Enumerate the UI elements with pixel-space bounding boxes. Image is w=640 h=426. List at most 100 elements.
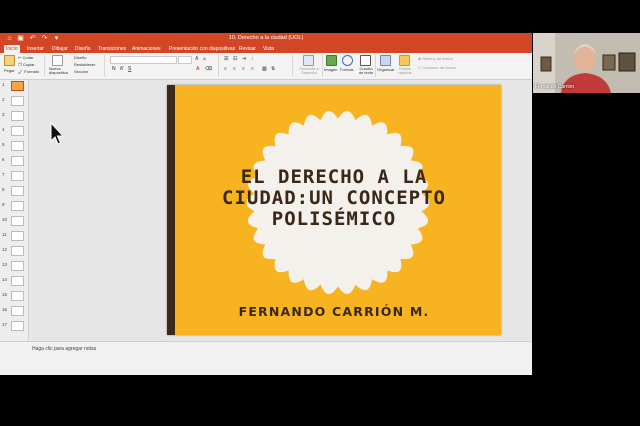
thumbnail-preview bbox=[11, 276, 24, 286]
smartart-icon[interactable] bbox=[303, 55, 314, 66]
slide-thumbnail[interactable]: 5 bbox=[1, 141, 27, 151]
thumbnail-preview bbox=[11, 156, 24, 166]
text-direction-icon[interactable]: ⇅ bbox=[271, 66, 275, 72]
tab-presentacion[interactable]: Presentación con diapositivas bbox=[167, 45, 237, 53]
align-center-icon[interactable]: ≡ bbox=[233, 66, 236, 72]
indent-icon[interactable]: ⇥ bbox=[242, 56, 246, 62]
slide-thumbnail[interactable]: 3 bbox=[1, 111, 27, 121]
align-left-icon[interactable]: ≡ bbox=[224, 66, 227, 72]
thumbnail-preview bbox=[11, 141, 24, 151]
slide-thumbnail[interactable]: 13 bbox=[1, 261, 27, 271]
mouse-cursor-icon bbox=[50, 122, 64, 145]
tab-vista[interactable]: Vista bbox=[261, 45, 276, 53]
font-grow-icon[interactable]: A bbox=[195, 56, 199, 62]
ribbon-separator bbox=[104, 55, 105, 77]
align-right-icon[interactable]: ≡ bbox=[242, 66, 245, 72]
shapes-button[interactable]: Formas bbox=[340, 67, 354, 72]
new-slide-icon[interactable] bbox=[52, 55, 63, 66]
slide-title-line: CIUDAD:UN CONCEPTO bbox=[222, 187, 446, 209]
columns-icon[interactable]: ▥ bbox=[262, 66, 267, 72]
font-shrink-icon[interactable]: A bbox=[203, 56, 206, 62]
font-name-dropdown[interactable] bbox=[110, 56, 177, 64]
thumbnail-preview bbox=[11, 291, 24, 301]
shape-outline-button[interactable]: ◇ Contorno de forma bbox=[418, 65, 456, 70]
tab-revisar[interactable]: Revisar bbox=[237, 45, 258, 53]
bold-button[interactable]: N bbox=[112, 66, 116, 72]
shapes-icon[interactable] bbox=[342, 55, 353, 66]
current-slide[interactable]: EL DERECHO A LA CIUDAD:UN CONCEPTO POLIS… bbox=[167, 85, 501, 335]
tab-diseno[interactable]: Diseño bbox=[73, 45, 93, 53]
text-box-button[interactable]: Cuadro de texto bbox=[357, 67, 375, 75]
slide-title-line: POLISÉMICO bbox=[271, 208, 397, 230]
slide-author[interactable]: FERNANDO CARRIÓN M. bbox=[167, 305, 501, 319]
participant-name: Fernando Carrion bbox=[535, 84, 575, 90]
title-bar: ⌂ ▣ ↶ ↷ ▾ 10. Derecho a la ciudad (UOL) bbox=[0, 33, 532, 44]
convert-smartart-button[interactable]: Convertir a SmartArt bbox=[296, 67, 322, 75]
font-size-dropdown[interactable] bbox=[178, 56, 192, 64]
slide-title[interactable]: EL DERECHO A LA CIUDAD:UN CONCEPTO POLIS… bbox=[167, 167, 501, 230]
slide-thumbnail[interactable]: 2 bbox=[1, 96, 27, 106]
slide-thumbnail[interactable]: 15 bbox=[1, 291, 27, 301]
clear-format-icon[interactable]: ⌫ bbox=[205, 66, 212, 72]
slide-thumbnail[interactable]: 12 bbox=[1, 246, 27, 256]
underline-button[interactable]: S bbox=[128, 66, 131, 72]
copy-icon: ❐ bbox=[18, 62, 22, 67]
slide-thumbnail[interactable]: 7 bbox=[1, 171, 27, 181]
ribbon-separator bbox=[218, 55, 219, 77]
thumbnail-preview bbox=[11, 171, 24, 181]
italic-button[interactable]: K bbox=[120, 66, 124, 72]
thumbnail-preview bbox=[11, 186, 24, 196]
thumbnail-preview bbox=[11, 306, 24, 316]
format-painter-button[interactable]: 🖌 Formato bbox=[18, 69, 39, 74]
numbering-icon[interactable]: ☷ bbox=[233, 56, 237, 62]
notes-placeholder: Haga clic para agregar notas bbox=[32, 346, 97, 352]
cut-button[interactable]: ✂ Cortar bbox=[18, 55, 34, 60]
reset-button[interactable]: Restablecer bbox=[74, 62, 95, 67]
quick-styles-icon[interactable] bbox=[399, 55, 410, 66]
thumbnail-preview bbox=[11, 81, 24, 91]
arrange-button[interactable]: Organizar bbox=[377, 67, 395, 72]
layout-button[interactable]: Diseño bbox=[74, 55, 86, 60]
slide-thumbnail[interactable]: 16 bbox=[1, 306, 27, 316]
brush-icon: 🖌 bbox=[18, 69, 24, 74]
tab-insertar[interactable]: Insertar bbox=[25, 45, 46, 53]
image-button[interactable]: Imagen bbox=[324, 67, 337, 72]
shape-fill-button[interactable]: ◈ Relleno de forma bbox=[418, 56, 453, 61]
slide-thumbnail[interactable]: 14 bbox=[1, 276, 27, 286]
slide-thumbnail[interactable]: 4 bbox=[1, 126, 27, 136]
slide-thumbnail[interactable]: 8 bbox=[1, 186, 27, 196]
arrange-icon[interactable] bbox=[380, 55, 391, 66]
thumbnail-preview bbox=[11, 231, 24, 241]
copy-button[interactable]: ❐ Copiar bbox=[18, 62, 35, 67]
tab-inicio[interactable]: Inicio bbox=[4, 45, 20, 53]
participant-video-tile[interactable]: Fernando Carrion bbox=[533, 33, 640, 93]
line-spacing-icon[interactable]: ↕ bbox=[251, 56, 254, 62]
slide-thumbnail[interactable]: 9 bbox=[1, 201, 27, 211]
slide-thumbnail[interactable]: 6 bbox=[1, 156, 27, 166]
slide-thumbnail[interactable]: 17 bbox=[1, 321, 27, 331]
thumbnail-preview bbox=[11, 111, 24, 121]
paste-icon[interactable] bbox=[4, 55, 15, 66]
tab-transiciones[interactable]: Transiciones bbox=[96, 45, 128, 53]
text-box-icon[interactable] bbox=[360, 55, 371, 66]
ribbon-separator bbox=[322, 55, 323, 77]
section-button[interactable]: Sección bbox=[74, 69, 88, 74]
notes-pane[interactable]: Haga clic para agregar notas bbox=[0, 341, 532, 375]
bullets-icon[interactable]: ☰ bbox=[224, 56, 228, 62]
slide-thumbnail[interactable]: 1 bbox=[1, 81, 27, 91]
slide-thumbnails-pane: 1 2 3 4 5 6 7 8 9 10 11 12 13 14 15 16 1… bbox=[0, 80, 29, 341]
outline-icon: ◇ bbox=[418, 65, 422, 70]
image-icon[interactable] bbox=[326, 55, 337, 66]
tab-dibujar[interactable]: Dibujar bbox=[50, 45, 70, 53]
ribbon-tabs: Inicio Insertar Dibujar Diseño Transicio… bbox=[0, 44, 532, 53]
slide-thumbnail[interactable]: 10 bbox=[1, 216, 27, 226]
font-color-icon[interactable]: A bbox=[196, 66, 200, 72]
quick-styles-button[interactable]: Estilos rápidos bbox=[396, 67, 414, 75]
paste-button[interactable]: Pegar bbox=[4, 68, 15, 73]
justify-icon[interactable]: ≡ bbox=[251, 66, 254, 72]
thumbnail-preview bbox=[11, 246, 24, 256]
slide-thumbnail[interactable]: 11 bbox=[1, 231, 27, 241]
new-slide-button[interactable]: Nueva diapositiva bbox=[49, 67, 71, 75]
fill-icon: ◈ bbox=[418, 56, 422, 61]
tab-animaciones[interactable]: Animaciones bbox=[130, 45, 163, 53]
